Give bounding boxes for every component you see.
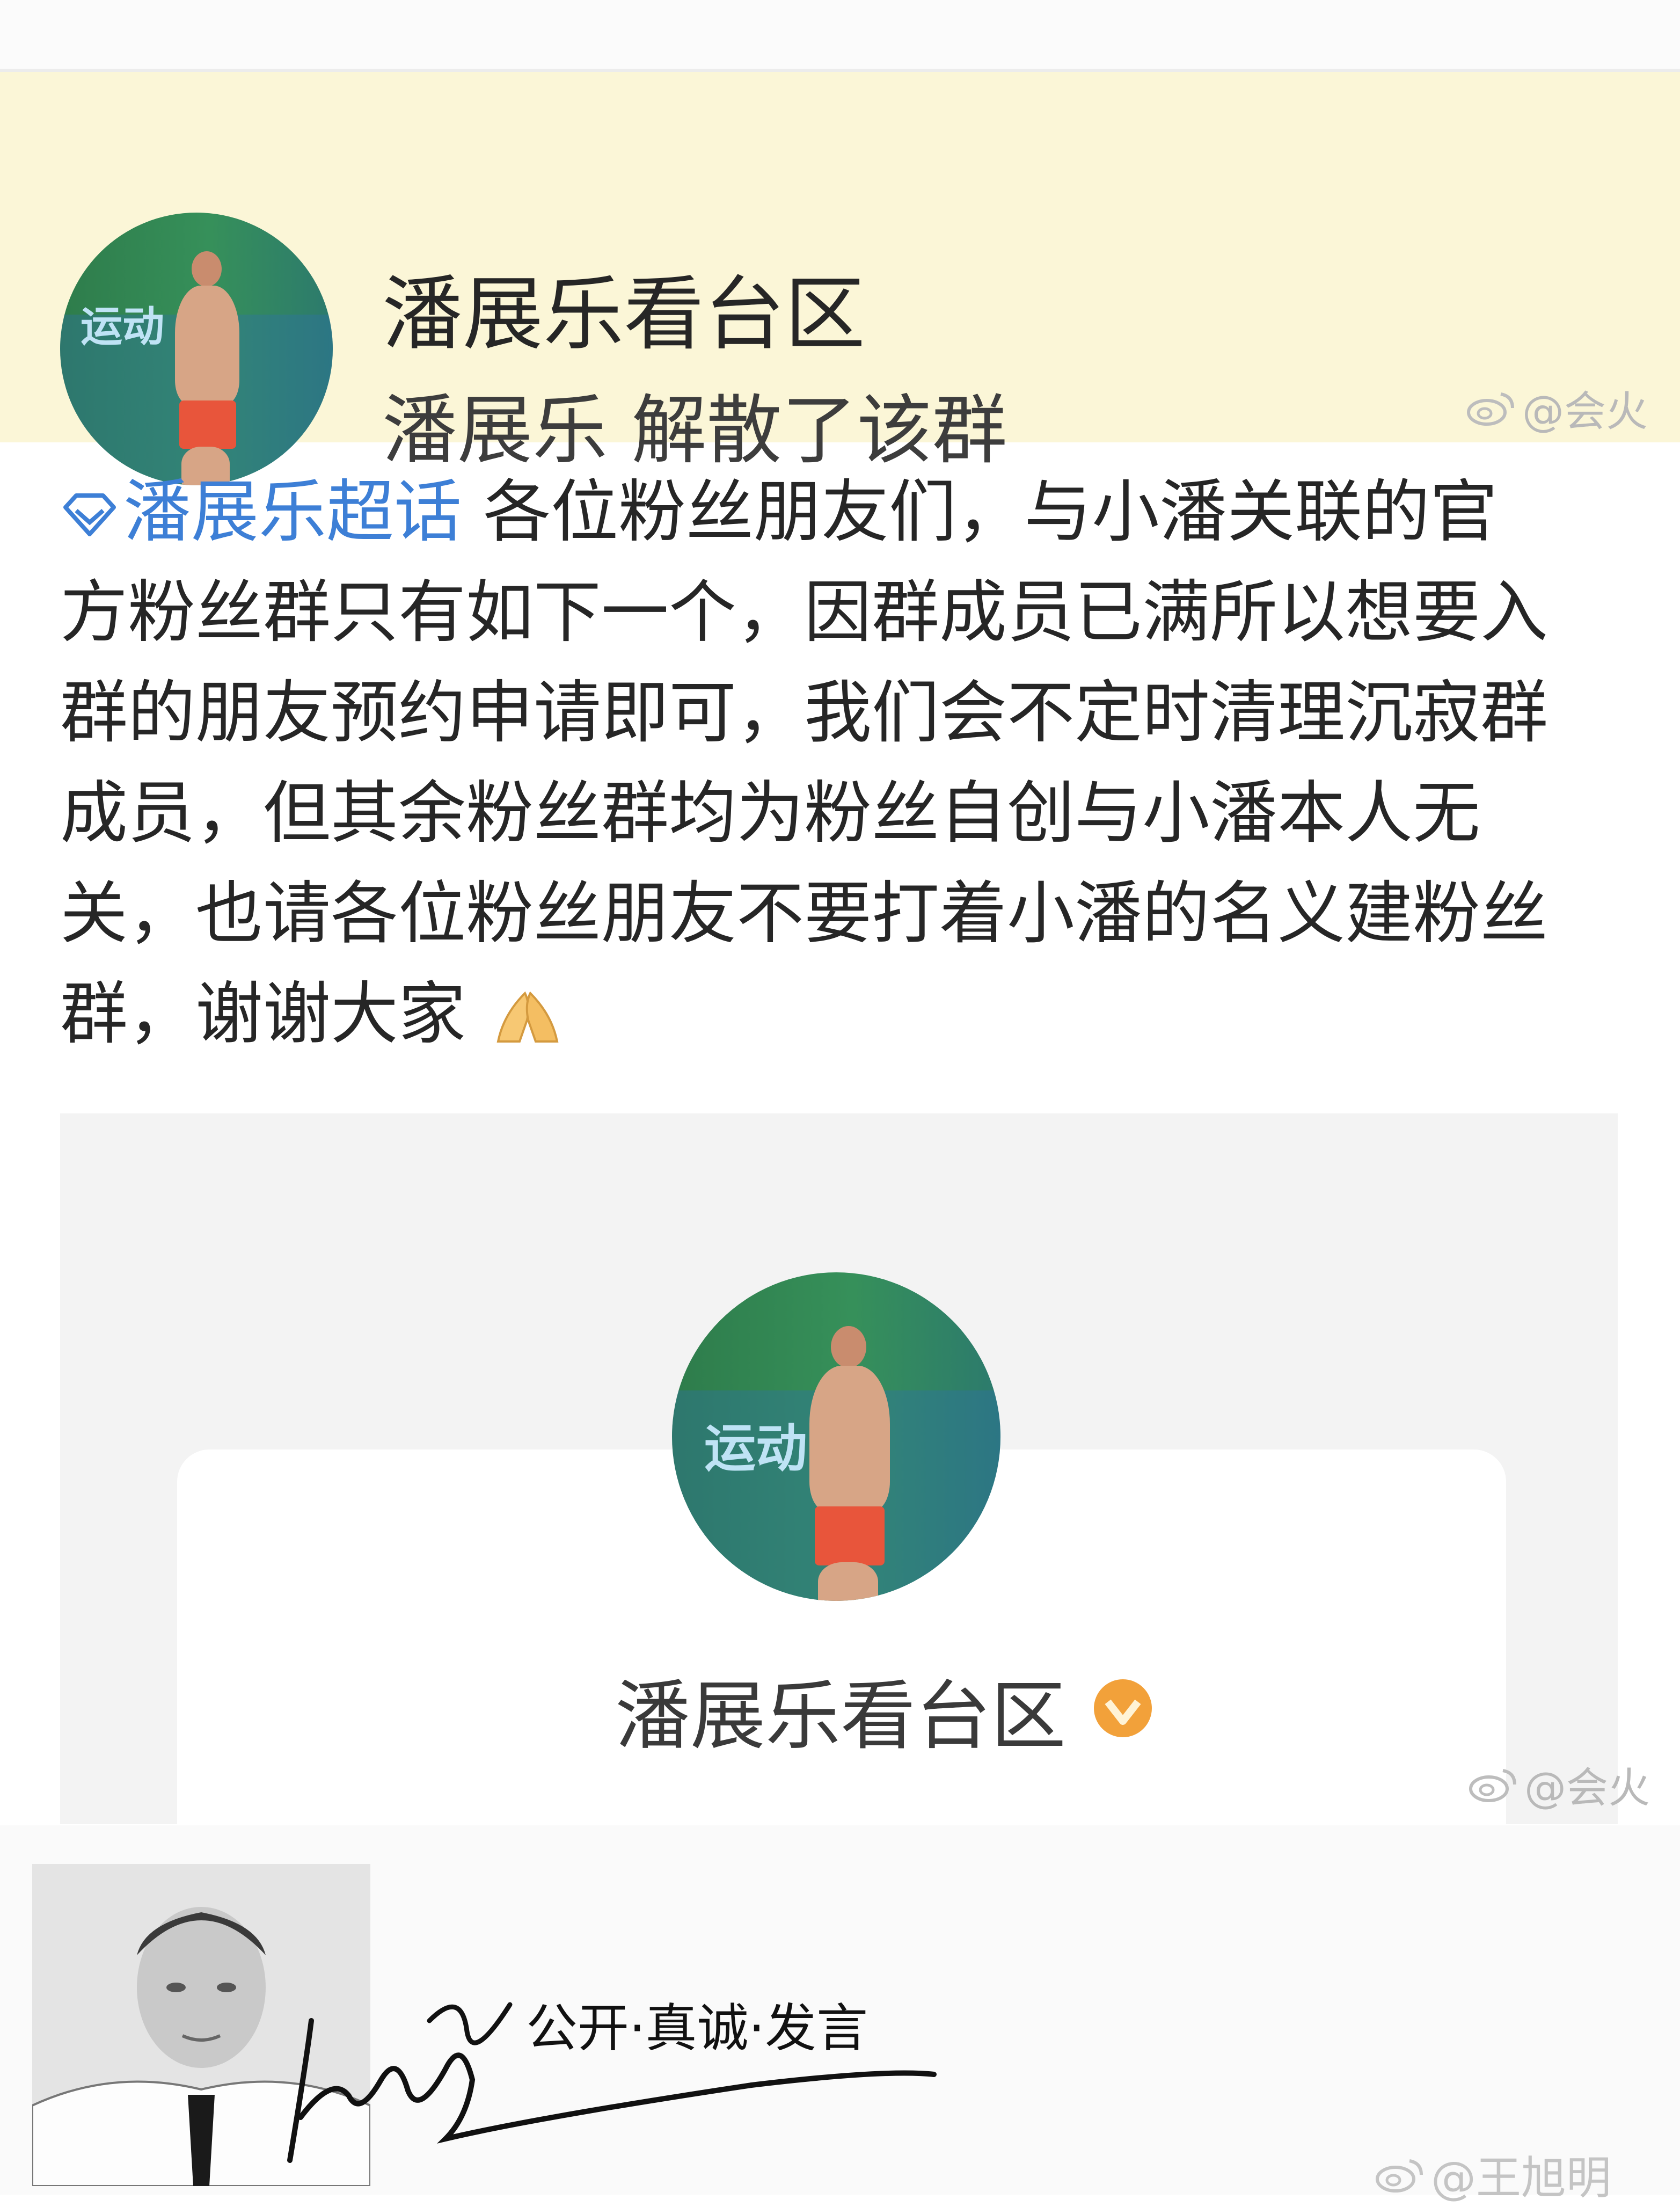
post-line-5: 关，也请各位粉丝朋友不要打着小潘的名义建粉丝	[60, 874, 1548, 953]
group-card-title: 潘展乐看台区	[615, 1673, 1067, 1760]
top-status-strip	[0, 0, 1680, 72]
post-line-6: 群，谢谢大家	[60, 964, 1617, 1064]
post-text: 潘展乐超话 各位粉丝朋友们，与小潘关联的官 方粉丝群只有如下一个，因群成员已满所…	[60, 462, 1617, 1064]
avatar-sign-text: 运动	[704, 1418, 807, 1478]
group-card[interactable]: 运动 潘展乐看台区 @会火	[60, 1113, 1650, 1824]
post-line-2: 方粉丝群只有如下一个，因群成员已满所以想要入	[60, 573, 1548, 652]
footer-watermark: @王旭明	[1374, 2142, 1611, 2207]
card-watermark: @会火	[1467, 1754, 1650, 1815]
header-watermark-text: @会火	[1522, 388, 1648, 436]
post-line-1: 潘展乐超话 各位粉丝朋友们，与小潘关联的官	[60, 462, 1617, 562]
weibo-icon	[1376, 2159, 1423, 2193]
super-topic-link[interactable]: 潘展乐超话	[60, 472, 462, 551]
weibo-icon	[1467, 392, 1514, 426]
footer-watermark-text: @王旭明	[1431, 2152, 1612, 2204]
author-signature-area: 公开·真诚·发言 @王旭明	[0, 1825, 1680, 2204]
post-line-3: 群的朋友预约申请即可，我们会不定时清理沉寂群	[60, 673, 1548, 752]
weibo-icon	[1469, 1769, 1516, 1802]
group-title: 潘展乐看台区	[382, 268, 866, 361]
group-header: 运动 潘展乐看台区 潘展乐 解散了该群 @会火	[0, 72, 1680, 485]
post-line-text: 各位粉丝朋友们，与小潘关联的官	[483, 472, 1498, 551]
super-topic-label: 潘展乐超话	[123, 472, 462, 551]
post-line-text: 群，谢谢大家	[60, 974, 466, 1053]
verified-badge-icon	[1094, 1679, 1152, 1737]
card-watermark-text: @会火	[1524, 1764, 1650, 1812]
avatar-sign-text: 运动	[81, 303, 165, 351]
slogan: 公开·真诚·发言	[526, 1998, 868, 2058]
folded-hands-icon	[496, 991, 559, 1043]
header-watermark: @会火	[1465, 378, 1648, 438]
post-line-4: 成员，但其余粉丝群均为粉丝自创与小潘本人无	[60, 774, 1480, 853]
group-avatar[interactable]: 运动	[60, 213, 333, 485]
topic-diamond-icon	[63, 493, 116, 536]
group-card-avatar: 运动	[672, 1272, 1000, 1601]
